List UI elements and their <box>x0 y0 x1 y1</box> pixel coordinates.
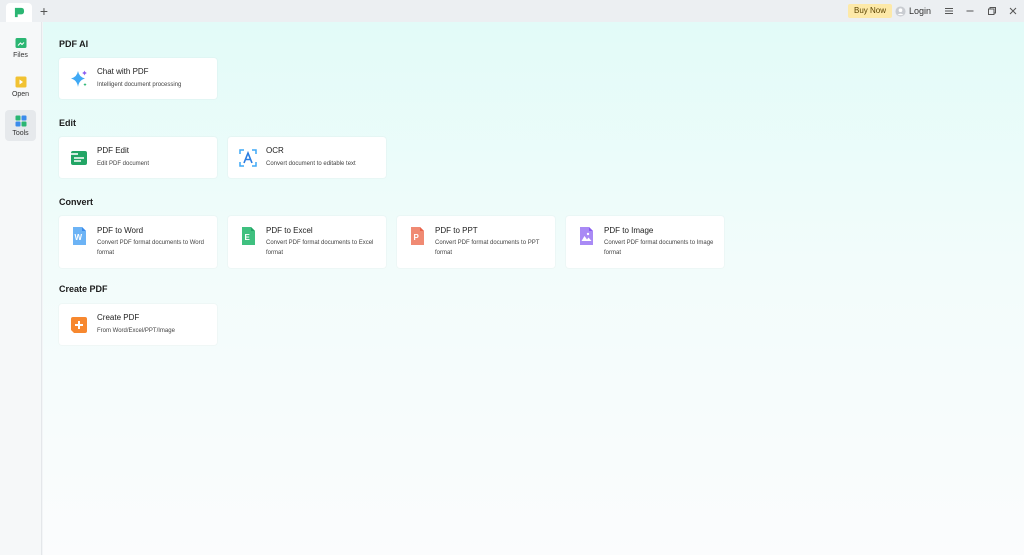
svg-text:W: W <box>75 233 83 242</box>
image-icon <box>580 227 593 245</box>
card-title: Create PDF <box>97 313 140 322</box>
ocr-card[interactable]: OCR Convert document to editable text <box>228 137 386 178</box>
card-subtitle: Convert PDF format documents to PPT form… <box>435 240 540 256</box>
sidebar-item-open[interactable]: Open <box>5 71 36 102</box>
hamburger-icon <box>945 8 953 14</box>
open-icon <box>15 76 26 87</box>
ocr-icon <box>239 149 257 167</box>
card-title: PDF to Excel <box>266 226 313 235</box>
pdf-edit-card[interactable]: PDF Edit Edit PDF document <box>59 137 217 178</box>
minimize-icon <box>966 10 974 12</box>
restore-button[interactable] <box>985 4 999 18</box>
login-button[interactable]: Login <box>895 4 931 18</box>
card-subtitle: Convert PDF format documents to Image fo… <box>604 240 714 256</box>
close-icon <box>1009 7 1017 15</box>
card-subtitle: Convert PDF format documents to Word for… <box>97 240 204 256</box>
buy-now-button[interactable]: Buy Now <box>848 4 893 18</box>
tools-panel: PDF AI Chat with PDF Intelligent documen… <box>43 22 1024 555</box>
card-subtitle: Edit PDF document <box>97 161 150 167</box>
sidebar: Files Open Tools <box>0 22 42 555</box>
close-button[interactable] <box>1006 4 1020 18</box>
card-subtitle: From Word/Excel/PPT/Image <box>97 328 175 334</box>
svg-text:E: E <box>245 233 251 242</box>
section-title-pdf-ai: PDF AI <box>59 39 89 49</box>
section-title-edit: Edit <box>59 118 76 128</box>
sparkle-icon <box>71 70 87 87</box>
sidebar-item-label: Files <box>13 51 28 59</box>
create-pdf-icon <box>71 317 87 333</box>
card-title: PDF to Image <box>604 226 654 235</box>
section-title-convert: Convert <box>59 197 94 207</box>
login-label: Login <box>909 6 932 16</box>
restore-icon <box>988 7 996 15</box>
user-icon <box>895 5 906 17</box>
files-icon <box>15 37 26 48</box>
sidebar-item-label: Tools <box>12 129 29 137</box>
pdf-to-image-card[interactable]: PDF to Image Convert PDF format document… <box>566 216 724 268</box>
card-title: PDF Edit <box>97 146 130 155</box>
card-subtitle: Intelligent document processing <box>97 82 182 88</box>
app-logo-icon <box>14 7 24 18</box>
pdf-to-word-card[interactable]: W PDF to Word Convert PDF format documen… <box>59 216 217 268</box>
ppt-icon: P <box>411 227 424 245</box>
home-tab[interactable] <box>6 3 32 22</box>
sidebar-item-files[interactable]: Files <box>5 32 36 63</box>
chat-with-pdf-card[interactable]: Chat with PDF Intelligent document proce… <box>59 58 217 99</box>
sidebar-item-tools[interactable]: Tools <box>5 110 36 141</box>
pdf-to-excel-card[interactable]: E PDF to Excel Convert PDF format docume… <box>228 216 386 268</box>
card-title: PDF to PPT <box>435 226 478 235</box>
create-pdf-card[interactable]: Create PDF From Word/Excel/PPT/Image <box>59 304 217 345</box>
card-title: OCR <box>266 146 284 155</box>
tools-icon <box>15 115 26 126</box>
card-subtitle: Convert document to editable text <box>266 161 356 167</box>
section-title-create-pdf: Create PDF <box>59 284 108 294</box>
word-icon: W <box>73 227 86 245</box>
minimize-button[interactable] <box>963 4 977 18</box>
pdf-to-ppt-card[interactable]: P PDF to PPT Convert PDF format document… <box>397 216 555 268</box>
card-title: PDF to Word <box>97 226 144 235</box>
menu-button[interactable] <box>942 4 956 18</box>
excel-icon: E <box>242 227 255 245</box>
card-subtitle: Convert PDF format documents to Excel fo… <box>266 240 374 256</box>
sidebar-item-label: Open <box>11 90 30 98</box>
pdf-edit-icon <box>71 151 87 165</box>
card-title: Chat with PDF <box>97 67 149 76</box>
title-bar: + Buy Now Login <box>0 0 1024 22</box>
svg-text:P: P <box>414 233 420 242</box>
new-tab-button[interactable]: + <box>37 3 51 19</box>
